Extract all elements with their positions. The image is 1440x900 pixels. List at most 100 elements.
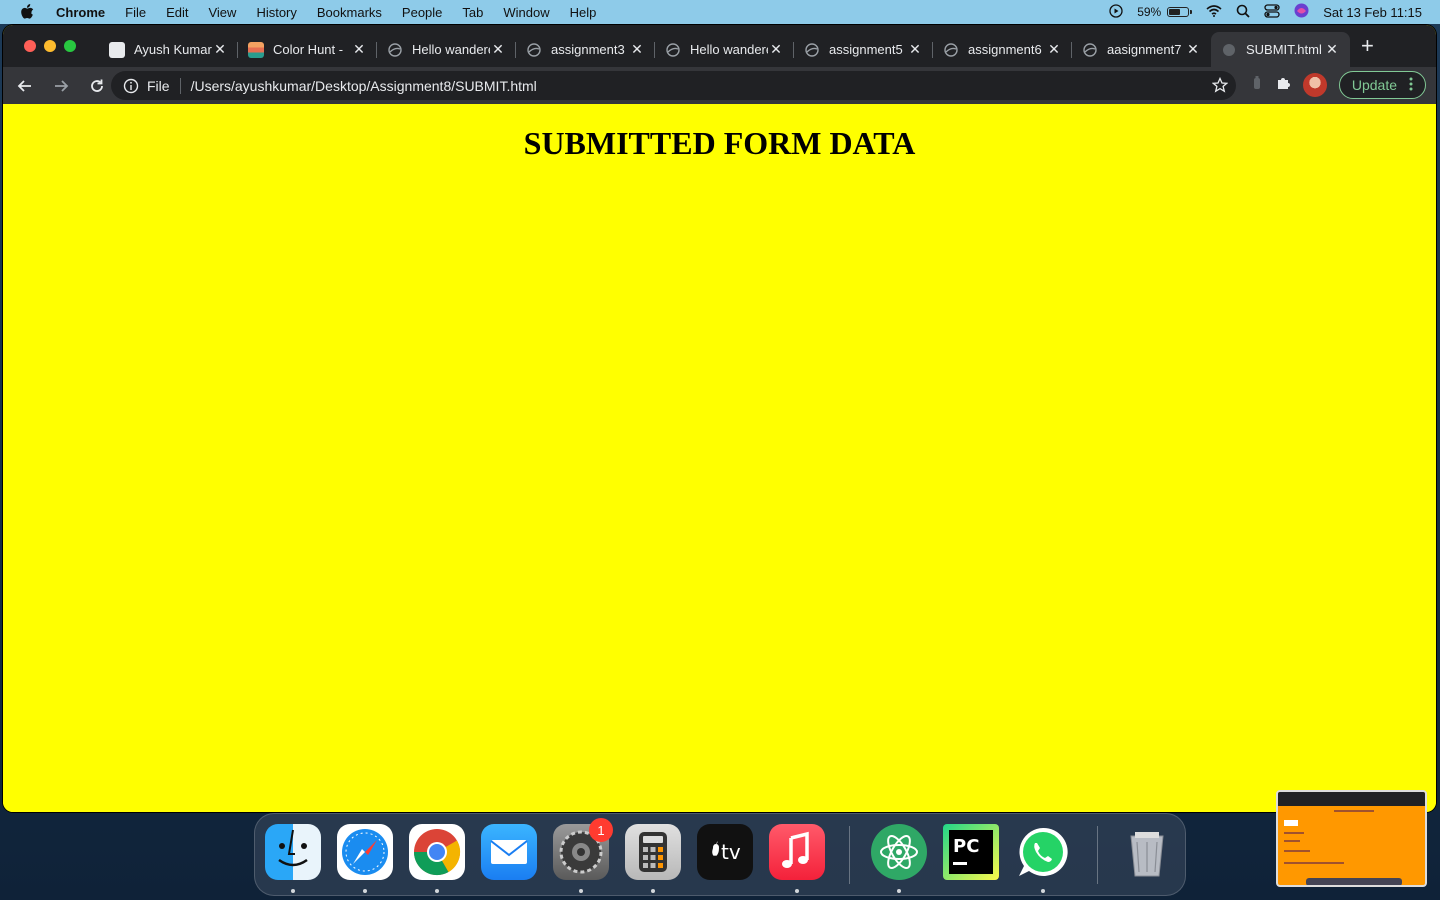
update-button[interactable]: Update — [1338, 71, 1426, 99]
atom-running-dot — [897, 889, 901, 893]
battery-status[interactable]: 59% — [1137, 5, 1193, 19]
url-scheme-label: File — [147, 77, 170, 94]
menu-help[interactable]: Help — [570, 5, 597, 20]
globe-icon — [665, 42, 681, 58]
finder-running-dot — [291, 889, 295, 893]
chrome-icon[interactable] — [409, 824, 465, 880]
tab-title: assignment5 — [829, 42, 903, 57]
tabs-list: Ayush Kumar ✕ Color Hunt - ✕ Hello wande… — [99, 32, 1350, 67]
music-icon[interactable] — [769, 824, 825, 880]
tab-hello-wanderer[interactable]: Hello wanderer ✕ — [377, 32, 516, 67]
menu-window[interactable]: Window — [503, 5, 549, 20]
tab-close-icon[interactable]: ✕ — [212, 41, 228, 58]
tab-strip: Ayush Kumar ✕ Color Hunt - ✕ Hello wande… — [3, 25, 1436, 67]
thumbnail-heading-line — [1334, 810, 1374, 812]
tab-ayush-kumar[interactable]: Ayush Kumar ✕ — [99, 32, 238, 67]
globe-icon — [387, 42, 403, 58]
menu-view[interactable]: View — [208, 5, 236, 20]
tab-close-icon[interactable]: ✕ — [907, 41, 923, 58]
url-text[interactable]: /Users/ayushkumar/Desktop/Assignment8/SU… — [191, 78, 537, 94]
update-label: Update — [1351, 77, 1397, 93]
tab-assignment6[interactable]: assignment6 ✕ — [933, 32, 1072, 67]
safari-running-dot — [363, 889, 367, 893]
battery-icon — [1167, 7, 1190, 17]
menu-bookmarks[interactable]: Bookmarks — [317, 5, 382, 20]
finder-icon[interactable] — [265, 824, 321, 880]
thumbnail-dock — [1306, 878, 1402, 885]
zoom-window-button[interactable] — [64, 40, 76, 52]
svg-text:tv: tv — [721, 840, 741, 864]
thumbnail-text-line — [1284, 820, 1298, 826]
tab-title: Hello wanderer — [412, 42, 490, 57]
trash-icon[interactable] — [1119, 824, 1175, 880]
bookmark-star-icon[interactable] — [1211, 76, 1229, 96]
new-tab-button[interactable]: + — [1361, 35, 1374, 57]
dock: 1 tv PC — [254, 813, 1186, 896]
tab-close-icon[interactable]: ✕ — [768, 41, 784, 58]
close-window-button[interactable] — [24, 40, 36, 52]
tab-close-icon[interactable]: ✕ — [1046, 41, 1062, 58]
page-title: SUBMITTED FORM DATA — [523, 125, 916, 161]
pycharm-icon[interactable]: PC — [943, 824, 999, 880]
extension-icon[interactable] — [1251, 75, 1263, 96]
globe-icon — [804, 42, 820, 58]
tab-close-icon[interactable]: ✕ — [351, 41, 367, 58]
minimize-window-button[interactable] — [44, 40, 56, 52]
address-bar[interactable]: File /Users/ayushkumar/Desktop/Assignmen… — [111, 71, 1236, 100]
apple-menu-icon[interactable] — [20, 4, 38, 20]
apple-tv-icon[interactable]: tv — [697, 824, 753, 880]
tab-title: assignment3 — [551, 42, 625, 57]
whatsapp-running-dot — [1041, 889, 1045, 893]
menu-people[interactable]: People — [402, 5, 442, 20]
tab-close-icon[interactable]: ✕ — [1185, 41, 1201, 58]
tab-assignment5[interactable]: assignment5 ✕ — [794, 32, 933, 67]
browser-window: Ayush Kumar ✕ Color Hunt - ✕ Hello wande… — [3, 25, 1436, 812]
mail-icon[interactable] — [481, 824, 537, 880]
menu-edit[interactable]: Edit — [166, 5, 188, 20]
reload-button[interactable] — [81, 70, 113, 102]
notification-badge: 1 — [589, 818, 613, 842]
globe-icon — [943, 42, 959, 58]
tab-close-icon[interactable]: ✕ — [1324, 41, 1340, 58]
browser-toolbar: File /Users/ayushkumar/Desktop/Assignmen… — [3, 67, 1436, 104]
clock-datetime[interactable]: Sat 13 Feb 11:15 — [1323, 5, 1422, 20]
window-controls — [24, 40, 76, 52]
profile-avatar[interactable] — [1302, 73, 1327, 97]
screen-recording-icon[interactable] — [1109, 3, 1123, 21]
menu-file[interactable]: File — [125, 5, 146, 20]
tab-title: Hello wanderer — [690, 42, 768, 57]
profile-favicon-icon — [109, 41, 125, 58]
thumbnail-text-line — [1284, 862, 1344, 864]
extensions-puzzle-icon[interactable] — [1275, 75, 1291, 96]
menu-history[interactable]: History — [256, 5, 296, 20]
control-center-icon[interactable] — [1264, 3, 1280, 21]
tab-aasignment7[interactable]: aasignment7 ✕ — [1072, 32, 1211, 67]
atom-icon[interactable] — [871, 824, 927, 880]
globe-icon — [526, 42, 542, 58]
tab-close-icon[interactable]: ✕ — [490, 41, 506, 58]
dock-separator — [1097, 826, 1098, 884]
info-icon[interactable] — [123, 78, 139, 94]
tab-hello-wanderer-2[interactable]: Hello wanderer ✕ — [655, 32, 794, 67]
system-preferences-running-dot — [579, 889, 583, 893]
omnibox-divider — [179, 77, 181, 94]
siri-icon[interactable] — [1294, 3, 1309, 21]
tab-title: Color Hunt - — [273, 42, 344, 57]
forward-button[interactable] — [45, 70, 77, 102]
calculator-icon[interactable] — [625, 824, 681, 880]
screenshot-thumbnail[interactable] — [1276, 790, 1427, 887]
page-content: SUBMITTED FORM DATA — [3, 104, 1436, 812]
more-menu-icon[interactable] — [1409, 77, 1413, 94]
menu-bar: Chrome File Edit View History Bookmarks … — [0, 0, 1440, 24]
spotlight-search-icon[interactable] — [1236, 4, 1250, 21]
tab-submit-html[interactable]: SUBMIT.html ✕ — [1211, 32, 1350, 67]
menu-app-name[interactable]: Chrome — [56, 5, 105, 20]
wifi-icon[interactable] — [1206, 4, 1222, 20]
whatsapp-icon[interactable] — [1015, 824, 1071, 880]
menu-tab[interactable]: Tab — [462, 5, 483, 20]
back-button[interactable] — [9, 70, 41, 102]
tab-assignment3[interactable]: assignment3 ✕ — [516, 32, 655, 67]
tab-color-hunt[interactable]: Color Hunt - ✕ — [238, 32, 377, 67]
tab-close-icon[interactable]: ✕ — [629, 41, 645, 58]
safari-icon[interactable] — [337, 824, 393, 880]
